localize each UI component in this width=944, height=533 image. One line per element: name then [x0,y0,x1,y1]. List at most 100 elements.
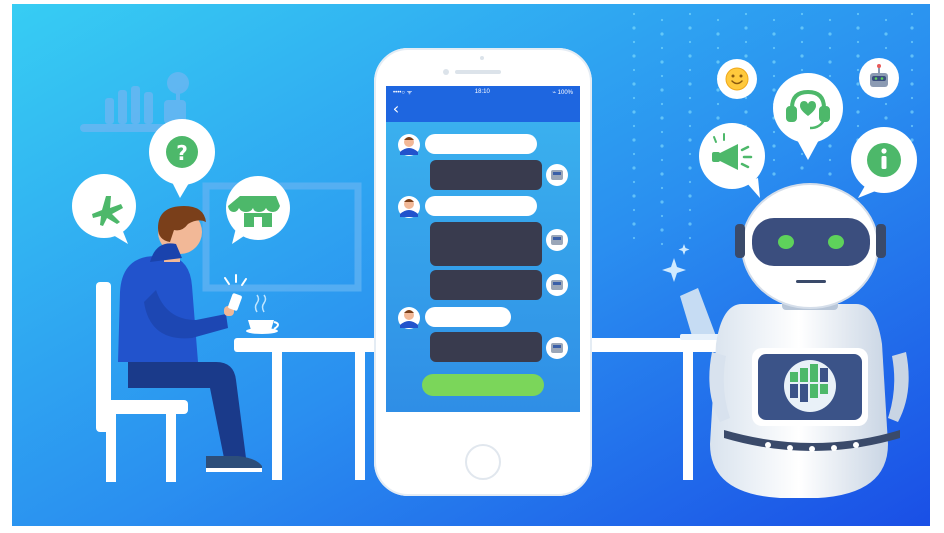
light-dot [632,12,636,16]
light-dot [660,60,664,64]
user-message [398,307,511,329]
light-dot [716,116,720,120]
light-dot [910,82,914,86]
light-dot [660,158,664,162]
light-dot [884,116,888,120]
light-dot [632,124,636,128]
phone-status-bar: ••••○ ᯤ 18:10 ⌁ 100% [387,87,579,97]
light-dot [772,172,776,176]
light-dot [632,110,636,114]
light-dot [856,26,860,30]
light-dot [744,54,748,58]
light-dot [884,46,888,50]
light-dot [660,186,664,190]
light-dot [800,166,804,170]
robot-eye-left [778,235,794,249]
status-time: 18:10 [474,89,490,95]
light-dot [910,26,914,30]
light-dot [772,88,776,92]
light-dot [688,82,692,86]
light-dot [660,116,664,120]
light-dot [688,54,692,58]
robot-eye-right [828,235,844,249]
light-dot [660,214,664,218]
light-dot [632,152,636,156]
light-dot [660,88,664,92]
light-dot [828,144,832,148]
light-dot [660,144,664,148]
light-dot [632,194,636,198]
light-dot [632,236,636,240]
light-dot [716,32,720,36]
light-dot [688,152,692,156]
light-dot [772,130,776,134]
light-dot [856,68,860,72]
light-dot [828,158,832,162]
light-dot [856,12,860,16]
light-dot [688,208,692,212]
light-dot [800,68,804,72]
light-dot [800,40,804,44]
light-dot [800,26,804,30]
light-dot [884,18,888,22]
light-dot [688,138,692,142]
light-dot [660,130,664,134]
light-dot [716,18,720,22]
light-dot [910,12,914,16]
light-dot [660,200,664,204]
light-dot [632,138,636,142]
light-dot [772,144,776,148]
chevron-left-icon[interactable]: ‹ [389,99,403,119]
light-dot [716,102,720,106]
light-dot [772,158,776,162]
light-dot [772,74,776,78]
light-dot [632,82,636,86]
light-dot [800,152,804,156]
status-battery: ⌁ 100% [552,89,573,96]
light-dot [884,32,888,36]
light-dot [772,46,776,50]
light-dot [688,110,692,114]
light-dot [632,166,636,170]
light-dot [688,26,692,30]
light-dot [856,40,860,44]
light-dot [800,54,804,58]
light-dot [910,54,914,58]
light-dot [856,54,860,58]
light-dot [660,46,664,50]
light-dot [716,46,720,50]
light-dot [632,180,636,184]
light-dot [632,40,636,44]
light-dot [660,172,664,176]
light-dot [744,26,748,30]
light-dot [632,68,636,72]
light-dot [744,40,748,44]
light-dot [856,96,860,100]
light-dot [660,102,664,106]
light-dot [856,110,860,114]
light-dot [688,12,692,16]
smile-emoji-bubble [717,59,757,99]
light-dot [828,172,832,176]
light-dot [772,60,776,64]
light-dot [910,96,914,100]
chat-action-button[interactable] [422,374,544,396]
light-dot [910,124,914,128]
chatbot-illustration: ? [12,4,930,526]
light-dot [828,46,832,50]
light-dot [744,12,748,16]
light-dot [660,18,664,22]
light-dot [688,124,692,128]
light-dot [910,68,914,72]
light-dot [828,60,832,64]
light-dot [660,242,664,246]
robot-face-bubble [859,58,899,98]
light-dot [632,54,636,58]
light-dot [632,26,636,30]
light-dot [688,96,692,100]
light-dot [688,40,692,44]
light-dot [632,96,636,100]
status-carrier: ••••○ ᯤ [393,90,413,96]
light-dot [688,194,692,198]
light-dot [660,228,664,232]
